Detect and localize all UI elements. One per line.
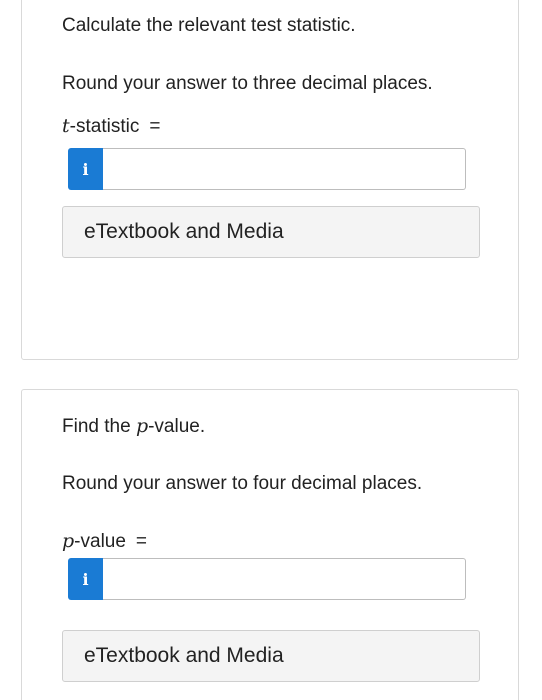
variable-t: t: [62, 115, 70, 137]
t-statistic-label: t-statistic =: [62, 114, 160, 139]
p-value-input[interactable]: [103, 558, 466, 600]
info-icon[interactable]: i: [68, 558, 103, 600]
page: Calculate the relevant test statistic. R…: [0, 0, 542, 700]
instruction-post: -value.: [148, 416, 206, 437]
info-icon[interactable]: i: [68, 148, 103, 190]
label-suffix: -statistic: [69, 116, 140, 137]
equals-sign: =: [135, 531, 148, 552]
p-value-answer-row: i: [68, 558, 466, 600]
question-card-p-value: Find the p-value. Round your answer to f…: [21, 389, 519, 700]
rounding-instruction: Round your answer to four decimal places…: [62, 473, 423, 494]
rounding-instruction: Round your answer to three decimal place…: [62, 73, 433, 94]
p-value-label: p-value =: [62, 529, 147, 554]
etextbook-media-button[interactable]: eTextbook and Media: [62, 630, 480, 682]
instruction-text: Calculate the relevant test statistic.: [62, 15, 356, 36]
instruction-pre: Find the: [62, 416, 136, 437]
etextbook-media-button[interactable]: eTextbook and Media: [62, 206, 480, 258]
equals-sign: =: [149, 116, 161, 137]
question-card-test-statistic: Calculate the relevant test statistic. R…: [21, 0, 519, 360]
variable-p: p: [135, 415, 149, 437]
t-statistic-answer-row: i: [68, 148, 466, 190]
label-suffix: -value: [74, 531, 126, 552]
variable-p: p: [62, 530, 75, 552]
t-statistic-input[interactable]: [103, 148, 466, 190]
instruction-text: Find the p-value.: [62, 414, 205, 439]
